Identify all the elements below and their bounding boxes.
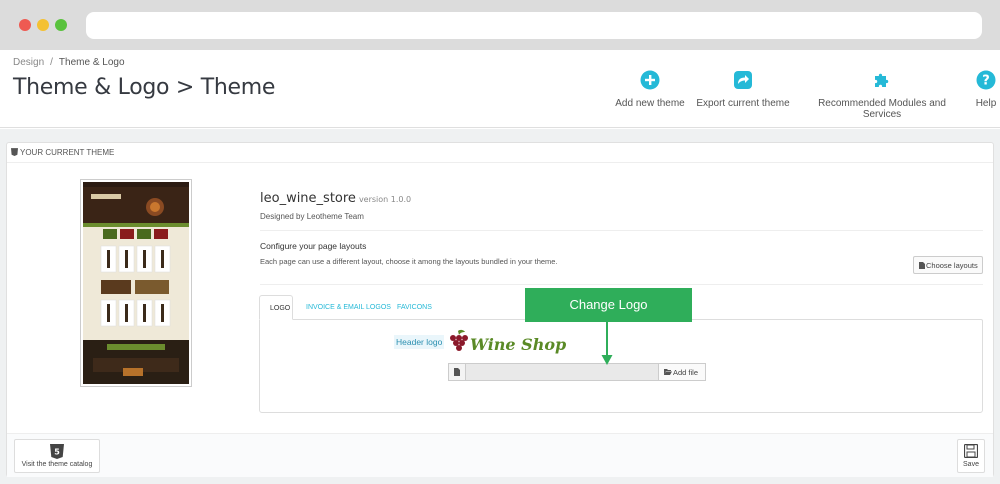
main-content: YOUR CURRENT THEME leo_wine_store versio…	[0, 129, 1000, 484]
export-current-theme-label: Export current theme	[696, 98, 790, 109]
tab-logo[interactable]: LOGO	[259, 295, 293, 320]
choose-layouts-button[interactable]: Choose layouts	[913, 256, 983, 274]
plus-circle-icon	[640, 70, 660, 90]
theme-preview-image	[83, 182, 189, 384]
panel-footer: 5 Visit the theme catalog Save	[7, 433, 993, 477]
file-icon	[919, 262, 925, 269]
visit-theme-catalog-button[interactable]: 5 Visit the theme catalog	[14, 439, 100, 473]
maximize-window-dot[interactable]	[55, 19, 67, 31]
add-new-theme-button[interactable]: Add new theme	[612, 70, 688, 109]
minimize-window-dot[interactable]	[37, 19, 49, 31]
add-file-label: Add file	[673, 368, 699, 377]
file-icon	[454, 368, 460, 376]
folder-open-icon	[664, 369, 672, 375]
theme-name-text: leo_wine_store	[260, 191, 356, 206]
html5-icon: 5	[50, 444, 64, 459]
divider	[260, 230, 983, 231]
theme-version: version 1.0.0	[358, 195, 412, 204]
breadcrumb-current: Theme & Logo	[58, 57, 125, 68]
breadcrumb-parent[interactable]: Design	[13, 57, 44, 68]
svg-text:5: 5	[54, 448, 60, 457]
admin-page: Design / Theme & Logo Theme & Logo > Theme…	[0, 50, 1000, 484]
grape-logo-icon	[450, 329, 468, 351]
file-upload-icon-box	[448, 363, 466, 381]
question-circle-icon: ?	[976, 70, 996, 90]
add-file-button[interactable]: Add file	[658, 363, 706, 381]
layouts-title: Configure your page layouts	[260, 241, 367, 251]
breadcrumb-separator: /	[50, 57, 53, 68]
recommended-modules-label: Recommended Modules and Services	[818, 98, 946, 120]
arrow-down-icon	[601, 322, 613, 365]
change-logo-callout: Change Logo	[525, 288, 692, 322]
help-label: Help	[975, 98, 997, 109]
export-current-theme-button[interactable]: Export current theme	[694, 70, 792, 109]
puzzle-icon	[875, 73, 889, 87]
address-bar[interactable]	[86, 12, 982, 39]
divider	[260, 284, 983, 285]
browser-chrome	[0, 0, 1000, 50]
theme-name: leo_wine_store version 1.0.0	[260, 191, 411, 206]
page-title: Theme & Logo > Theme	[13, 75, 276, 100]
share-icon	[734, 71, 752, 89]
visit-theme-catalog-label: Visit the theme catalog	[21, 461, 93, 468]
choose-layouts-label: Choose layouts	[926, 261, 978, 270]
floppy-disk-icon	[964, 444, 978, 458]
page-header: Design / Theme & Logo Theme & Logo > Theme…	[0, 50, 1000, 128]
close-window-dot[interactable]	[19, 19, 31, 31]
recommended-modules-button[interactable]: Recommended Modules and Services	[798, 70, 966, 120]
save-label: Save	[963, 461, 979, 468]
theme-designer: Designed by Leotheme Team	[260, 212, 364, 221]
add-new-theme-label: Add new theme	[615, 98, 685, 109]
help-button[interactable]: ? Help	[972, 70, 1000, 109]
theme-preview-thumbnail	[80, 179, 192, 387]
breadcrumb: Design / Theme & Logo	[13, 57, 125, 68]
svg-text:?: ?	[982, 74, 990, 89]
logo-text: Wine Shop	[470, 335, 567, 354]
save-button[interactable]: Save	[957, 439, 985, 473]
logo-file-input[interactable]	[465, 363, 659, 381]
header-logo-label: Header logo	[394, 335, 445, 349]
layouts-description: Each page can use a different layout, ch…	[260, 257, 558, 266]
html5-icon	[11, 148, 18, 156]
current-theme-panel: YOUR CURRENT THEME leo_wine_store versio…	[6, 142, 994, 477]
panel-heading-text: YOUR CURRENT THEME	[20, 148, 115, 157]
tab-favicons[interactable]: FAVICONS	[387, 295, 442, 320]
tab-invoice-email-logos[interactable]: INVOICE & EMAIL LOGOS	[296, 295, 401, 320]
panel-heading: YOUR CURRENT THEME	[7, 143, 993, 163]
